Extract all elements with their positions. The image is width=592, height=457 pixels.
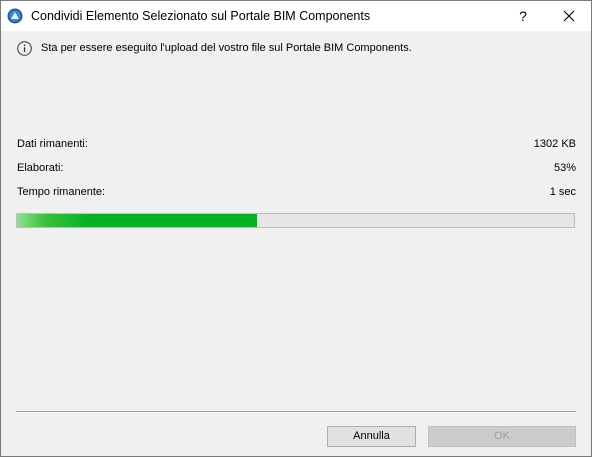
remaining-data-value: 1302 KB [533, 138, 576, 150]
processed-value: 53% [553, 162, 576, 174]
title-bar[interactable]: Condividi Elemento Selezionato sul Porta… [1, 1, 591, 31]
remaining-time-value: 1 sec [549, 186, 576, 198]
upload-progress-bar [16, 213, 575, 228]
cancel-button[interactable]: Annulla [327, 426, 416, 447]
window-title: Condividi Elemento Selezionato sul Porta… [31, 9, 371, 23]
remaining-time-label: Tempo rimanente: [17, 186, 106, 198]
app-icon [7, 8, 23, 24]
processed-label: Elaborati: [17, 162, 64, 174]
dialog-content: Sta per essere eseguito l'upload del vos… [1, 31, 591, 456]
help-button[interactable]: ? [513, 6, 533, 26]
info-message: Sta per essere eseguito l'upload del vos… [41, 42, 412, 54]
remaining-data-label: Dati rimanenti: [17, 138, 88, 150]
info-icon [17, 41, 32, 56]
dialog-window: Condividi Elemento Selezionato sul Porta… [0, 0, 592, 457]
close-icon[interactable] [559, 6, 579, 26]
upload-progress-fill [17, 214, 257, 227]
footer-separator [16, 411, 576, 413]
ok-button[interactable]: OK [428, 426, 576, 447]
